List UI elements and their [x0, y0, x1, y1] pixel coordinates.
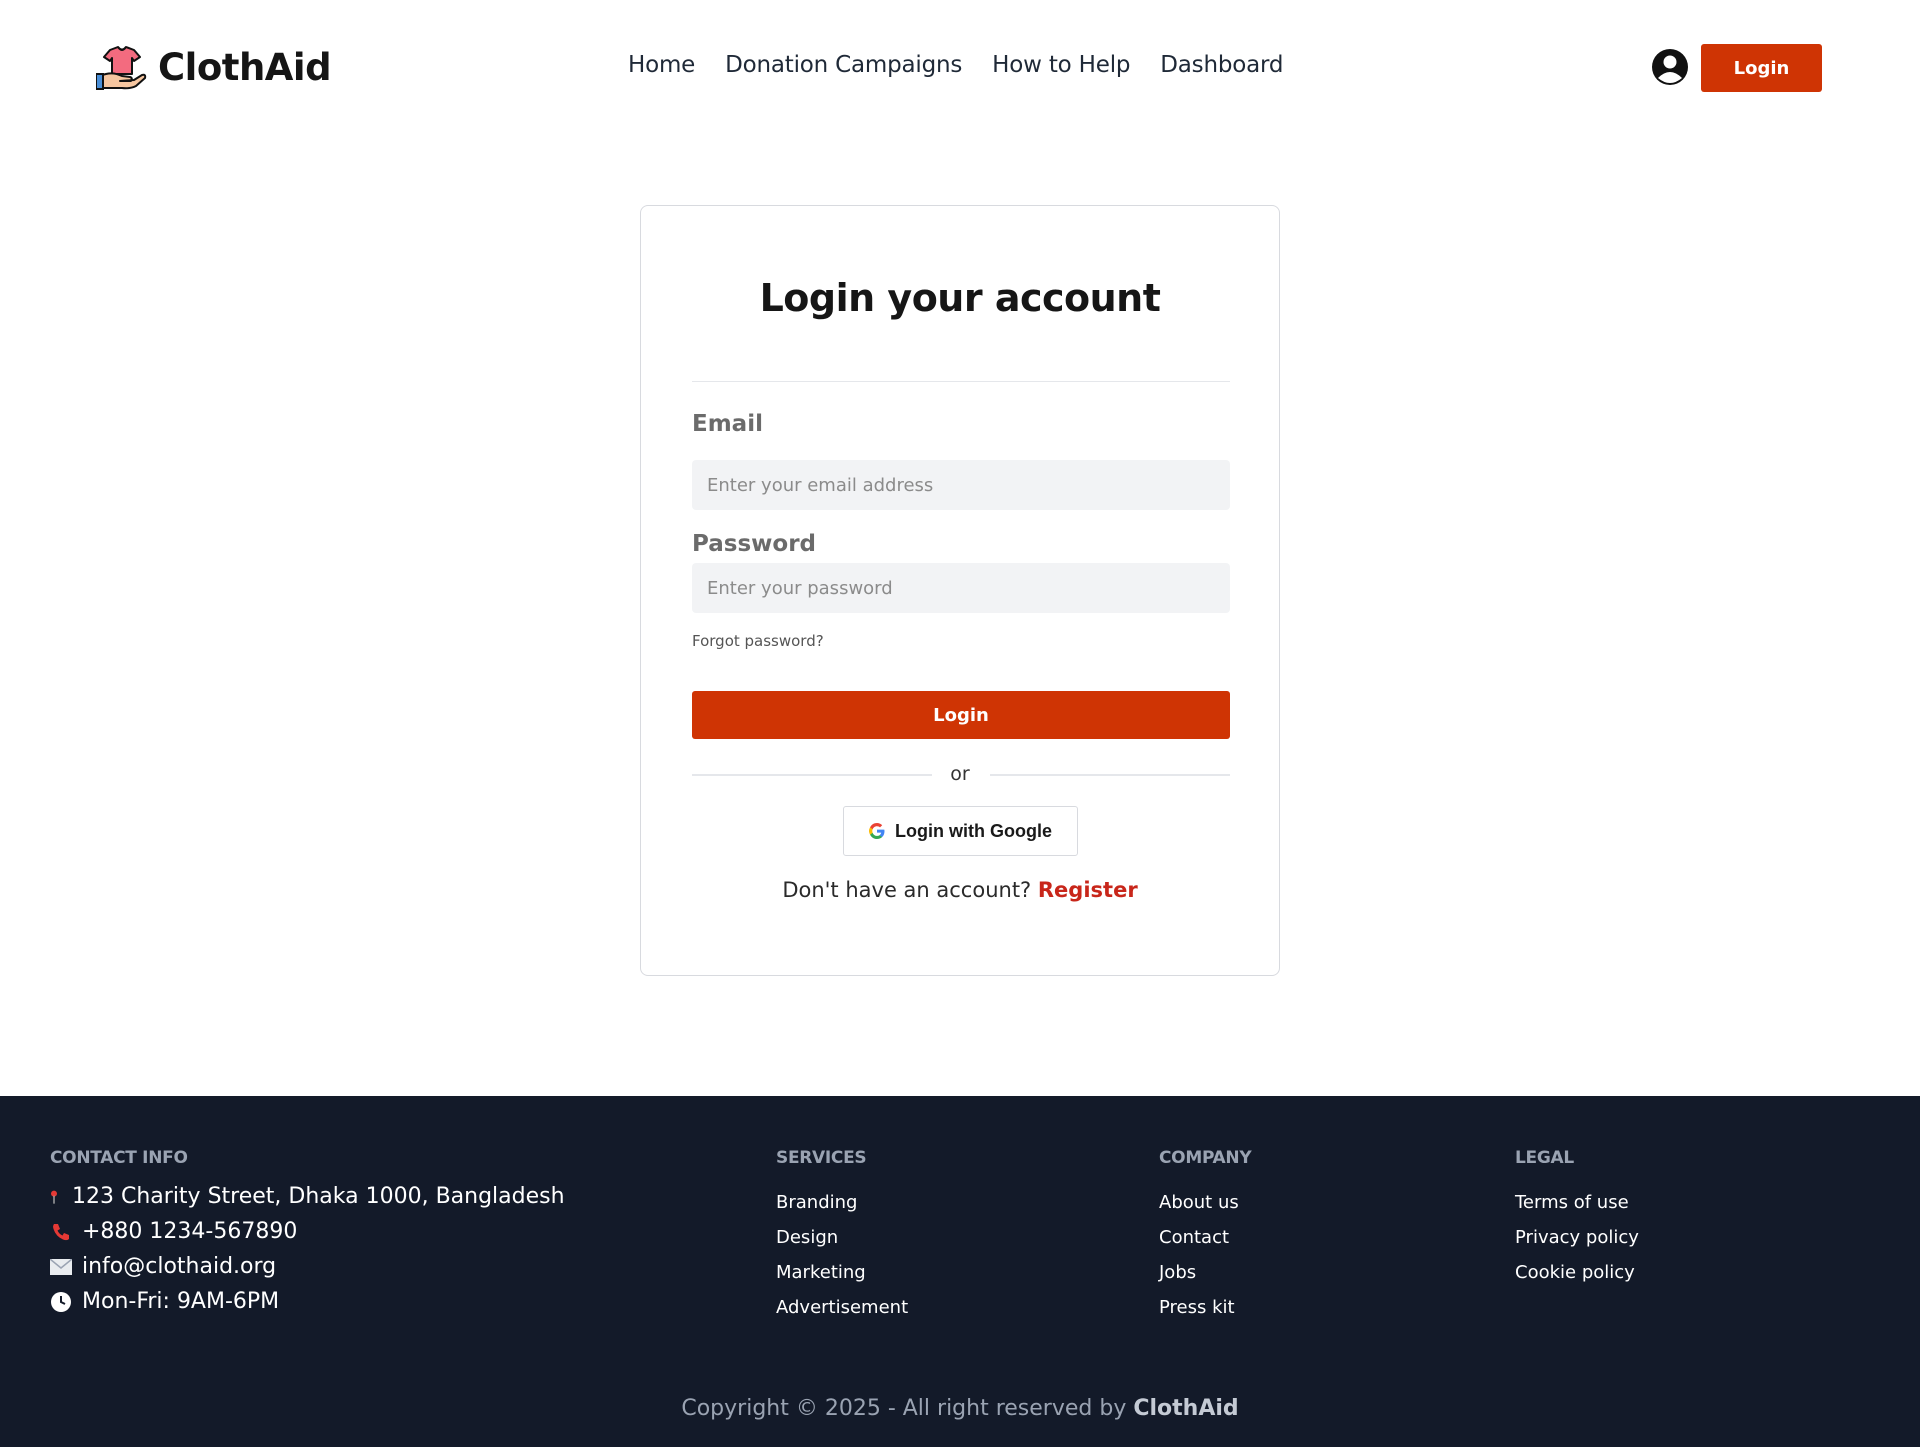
footer-link-press-kit[interactable]: Press kit	[1159, 1297, 1235, 1318]
footer-link-marketing[interactable]: Marketing	[776, 1262, 866, 1283]
nav-how-to-help[interactable]: How to Help	[992, 52, 1130, 78]
footer-link-advertisement[interactable]: Advertisement	[776, 1297, 908, 1318]
footer-link-contact[interactable]: Contact	[1159, 1227, 1229, 1248]
password-field[interactable]	[692, 563, 1230, 613]
title-divider	[692, 381, 1230, 382]
site-header: ClothAid Home Donation Campaigns How to …	[0, 0, 1920, 134]
contact-hours-text: Mon-Fri: 9AM-6PM	[82, 1289, 280, 1314]
nav-donation-campaigns[interactable]: Donation Campaigns	[725, 52, 962, 78]
contact-hours: Mon-Fri: 9AM-6PM	[50, 1289, 279, 1314]
header-login-button[interactable]: Login	[1701, 44, 1822, 92]
site-footer: CONTACT INFO 123 Charity Street, Dhaka 1…	[0, 1096, 1920, 1447]
login-title: Login your account	[759, 276, 1161, 320]
login-card: Login your account Email Password Forgot…	[640, 205, 1280, 976]
contact-phone-text: +880 1234-567890	[82, 1219, 298, 1244]
footer-link-privacy[interactable]: Privacy policy	[1515, 1227, 1639, 1248]
email-field[interactable]	[692, 460, 1230, 510]
copyright-text: Copyright © 2025 - All right reserved by	[681, 1396, 1127, 1421]
contact-email: info@clothaid.org	[50, 1254, 276, 1279]
email-label: Email	[692, 411, 763, 437]
brand-name: ClothAid	[158, 45, 332, 89]
or-divider-right	[990, 774, 1230, 776]
nav-dashboard[interactable]: Dashboard	[1160, 52, 1283, 78]
envelope-icon	[50, 1258, 72, 1275]
services-title: SERVICES	[776, 1148, 867, 1168]
contact-address: 123 Charity Street, Dhaka 1000, Banglade…	[50, 1184, 565, 1209]
contact-phone: +880 1234-567890	[50, 1219, 297, 1244]
nav-home[interactable]: Home	[628, 52, 695, 78]
footer-link-cookie[interactable]: Cookie policy	[1515, 1262, 1635, 1283]
clock-icon	[51, 1291, 71, 1312]
phone-icon	[53, 1223, 69, 1240]
register-row: Don't have an account? Register	[641, 878, 1279, 902]
main-nav: Home Donation Campaigns How to Help Dash…	[628, 52, 1283, 78]
company-title: COMPANY	[1159, 1148, 1252, 1168]
google-login-button[interactable]: Login with Google	[843, 806, 1078, 856]
footer-link-design[interactable]: Design	[776, 1227, 838, 1248]
password-label: Password	[692, 531, 816, 557]
legal-title: LEGAL	[1515, 1148, 1574, 1168]
hand-shirt-icon	[96, 46, 147, 90]
user-circle-icon[interactable]	[1651, 48, 1689, 86]
google-login-label: Login with Google	[895, 820, 1052, 841]
pin-icon	[51, 1190, 57, 1204]
forgot-password-link[interactable]: Forgot password?	[692, 632, 824, 650]
google-icon	[869, 823, 885, 839]
login-button[interactable]: Login	[692, 691, 1230, 739]
contact-address-text: 123 Charity Street, Dhaka 1000, Banglade…	[72, 1184, 565, 1209]
footer-link-terms[interactable]: Terms of use	[1515, 1192, 1629, 1213]
footer-link-jobs[interactable]: Jobs	[1159, 1262, 1196, 1283]
register-link[interactable]: Register	[1038, 878, 1138, 902]
brand[interactable]: ClothAid	[96, 44, 332, 90]
contact-email-text: info@clothaid.org	[82, 1254, 277, 1279]
copyright: Copyright © 2025 - All right reserved by…	[0, 1396, 1920, 1421]
contact-info-title: CONTACT INFO	[50, 1148, 188, 1168]
register-prompt: Don't have an account?	[782, 878, 1032, 902]
footer-link-branding[interactable]: Branding	[776, 1192, 857, 1213]
copyright-brand: ClothAid	[1133, 1396, 1239, 1421]
footer-link-about[interactable]: About us	[1159, 1192, 1239, 1213]
